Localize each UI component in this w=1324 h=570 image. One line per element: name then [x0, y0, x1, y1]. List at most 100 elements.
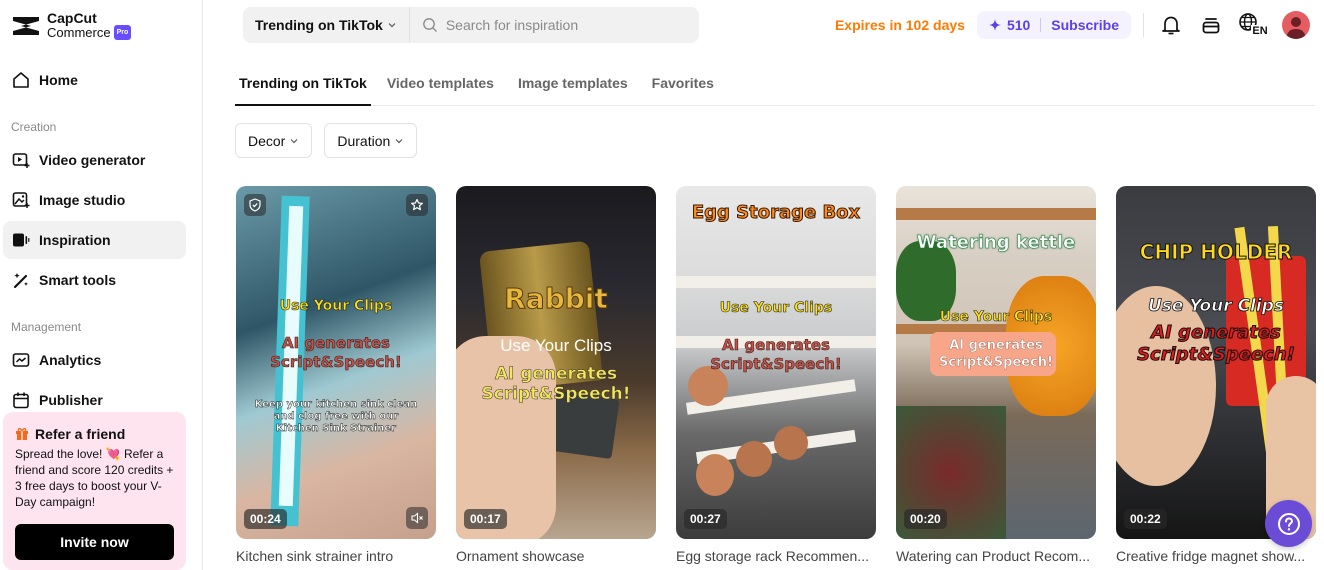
video-card[interactable]: Egg Storage Box Use Your Clips AI genera… — [676, 186, 876, 564]
video-title[interactable]: Creative fridge magnet show... — [1116, 548, 1316, 564]
video-duration: 00:24 — [244, 509, 287, 529]
magic-wand-icon — [13, 273, 28, 289]
credits-count: 510 — [1006, 17, 1031, 33]
video-thumbnail[interactable]: Watering kettle Use Your Clips AI genera… — [896, 186, 1096, 539]
image-studio-icon — [12, 192, 30, 208]
credits-subscribe-pill[interactable]: 510 Subscribe — [976, 11, 1131, 39]
overlay-title: Rabbit — [504, 282, 609, 316]
user-avatar[interactable] — [1282, 11, 1310, 39]
video-duration: 00:20 — [904, 509, 947, 529]
gift-icon — [16, 428, 28, 440]
filter-label: Decor — [248, 132, 286, 149]
sidebar-item-label: Home — [39, 72, 78, 88]
video-thumbnail[interactable]: Rabbit Use Your Clips AI generates Scrip… — [456, 186, 656, 539]
chevron-down-icon — [388, 23, 396, 28]
capcut-commerce-logo[interactable]: CapCut Commerce Pro — [11, 10, 132, 40]
tab-trending-on-tiktok[interactable]: Trending on TikTok — [235, 62, 371, 106]
video-generator-icon — [12, 153, 30, 168]
filter-decor-dropdown[interactable]: Decor — [235, 123, 313, 158]
subscribe-link[interactable]: Subscribe — [1051, 17, 1119, 33]
inspiration-icon — [13, 233, 30, 247]
wallet-icon — [1202, 18, 1220, 34]
overlay-ai-generates: AI generates Script&Speech! — [1137, 322, 1296, 366]
video-title[interactable]: Ornament showcase — [456, 548, 656, 564]
help-button[interactable] — [1265, 500, 1312, 547]
brand-name: CapCut — [47, 10, 97, 26]
sidebar: CapCut Commerce Pro Home Creation Video g… — [0, 0, 203, 570]
source-dropdown[interactable]: Trending on TikTok — [243, 7, 410, 43]
sidebar-item-analytics[interactable]: Analytics — [3, 341, 186, 379]
language-code: EN — [1251, 25, 1269, 37]
video-card[interactable]: Watering kettle Use Your Clips AI genera… — [896, 186, 1096, 564]
shield-check-icon — [249, 198, 261, 212]
video-title[interactable]: Watering can Product Recom... — [896, 548, 1096, 564]
language-button[interactable]: EN — [1238, 12, 1269, 38]
tab-image-templates[interactable]: Image templates — [518, 62, 628, 105]
video-thumbnail[interactable]: CHIP HOLDER Use Your Clips AI generates … — [1116, 186, 1316, 539]
notifications-button[interactable] — [1158, 12, 1184, 38]
overlay-title: Watering kettle — [916, 232, 1076, 254]
capcut-logo-icon — [13, 17, 39, 35]
refer-title: Refer a friend — [35, 426, 126, 442]
filter-label: Duration — [337, 132, 391, 149]
header-right-actions: Expires in 102 days 510 Subscribe EN — [835, 9, 1310, 41]
filters-row: Decor Duration — [235, 123, 418, 158]
video-duration: 00:27 — [684, 509, 727, 529]
star-icon — [411, 198, 423, 211]
overlay-use-your-clips: Use Your Clips — [500, 336, 612, 355]
overlay-ai-generates: AI generates Script&Speech! — [481, 364, 631, 405]
chevron-down-icon — [395, 138, 403, 143]
sidebar-item-label: Analytics — [39, 352, 102, 368]
favorite-button[interactable] — [406, 194, 428, 216]
search-icon — [422, 18, 437, 32]
divider — [1143, 13, 1144, 37]
invite-now-button[interactable]: Invite now — [15, 524, 174, 560]
sidebar-item-label: Video generator — [39, 152, 146, 168]
tab-video-templates[interactable]: Video templates — [387, 62, 494, 105]
refer-description: Spread the love! 💘 Refer a friend and sc… — [15, 447, 174, 509]
video-thumbnail[interactable]: Use Your Clips AI generates Script&Speec… — [236, 186, 436, 539]
sparkle-icon — [988, 19, 1001, 31]
sidebar-item-video-generator[interactable]: Video generator — [3, 141, 186, 179]
wallet-button[interactable] — [1198, 12, 1224, 38]
calendar-icon — [13, 392, 29, 409]
sidebar-item-label: Inspiration — [39, 232, 111, 248]
overlay-use-your-clips: Use Your Clips — [939, 309, 1053, 326]
overlay-use-your-clips: Use Your Clips — [279, 298, 393, 315]
sidebar-item-label: Image studio — [39, 192, 126, 208]
video-title[interactable]: Kitchen sink strainer intro — [236, 548, 436, 564]
search-input[interactable] — [445, 17, 686, 33]
overlay-ai-generates: AI generates Script&Speech! — [270, 334, 402, 372]
video-title[interactable]: Egg storage rack Recommen... — [676, 548, 876, 564]
source-dropdown-label: Trending on TikTok — [255, 17, 383, 33]
verified-badge — [244, 194, 266, 216]
section-label-creation: Creation — [11, 120, 57, 134]
sidebar-item-label: Publisher — [39, 392, 103, 408]
sidebar-item-smart-tools[interactable]: Smart tools — [3, 261, 186, 299]
video-card[interactable]: Use Your Clips AI generates Script&Speec… — [236, 186, 436, 564]
home-icon — [13, 72, 29, 88]
brand-subname: Commerce — [47, 25, 111, 40]
sidebar-item-inspiration[interactable]: Inspiration — [3, 221, 186, 259]
sidebar-item-image-studio[interactable]: Image studio — [3, 181, 186, 219]
pro-badge: Pro — [113, 25, 132, 40]
mute-button[interactable] — [406, 507, 428, 529]
video-card[interactable]: Rabbit Use Your Clips AI generates Scrip… — [456, 186, 656, 564]
filter-duration-dropdown[interactable]: Duration — [324, 123, 418, 158]
video-duration: 00:17 — [464, 509, 507, 529]
user-silhouette-icon — [1286, 17, 1306, 39]
section-label-management: Management — [11, 320, 82, 334]
tab-favorites[interactable]: Favorites — [652, 62, 714, 105]
overlay-ai-generates: AI generates Script&Speech! — [710, 336, 842, 374]
overlay-use-your-clips: Use Your Clips — [1148, 296, 1285, 317]
expiry-notice: Expires in 102 days — [834, 17, 965, 33]
question-mark-icon — [1277, 512, 1300, 535]
overlay-caption: Keep your kitchen sink clean and clog fr… — [254, 399, 418, 434]
video-duration: 00:22 — [1124, 509, 1167, 529]
video-thumbnail[interactable]: Egg Storage Box Use Your Clips AI genera… — [676, 186, 876, 539]
sidebar-item-home[interactable]: Home — [3, 61, 186, 99]
chevron-down-icon — [290, 138, 298, 143]
top-search-bar: Trending on TikTok — [243, 7, 699, 43]
overlay-ai-generates: AI generates Script&Speech! — [939, 338, 1053, 370]
bell-icon — [1162, 16, 1180, 35]
